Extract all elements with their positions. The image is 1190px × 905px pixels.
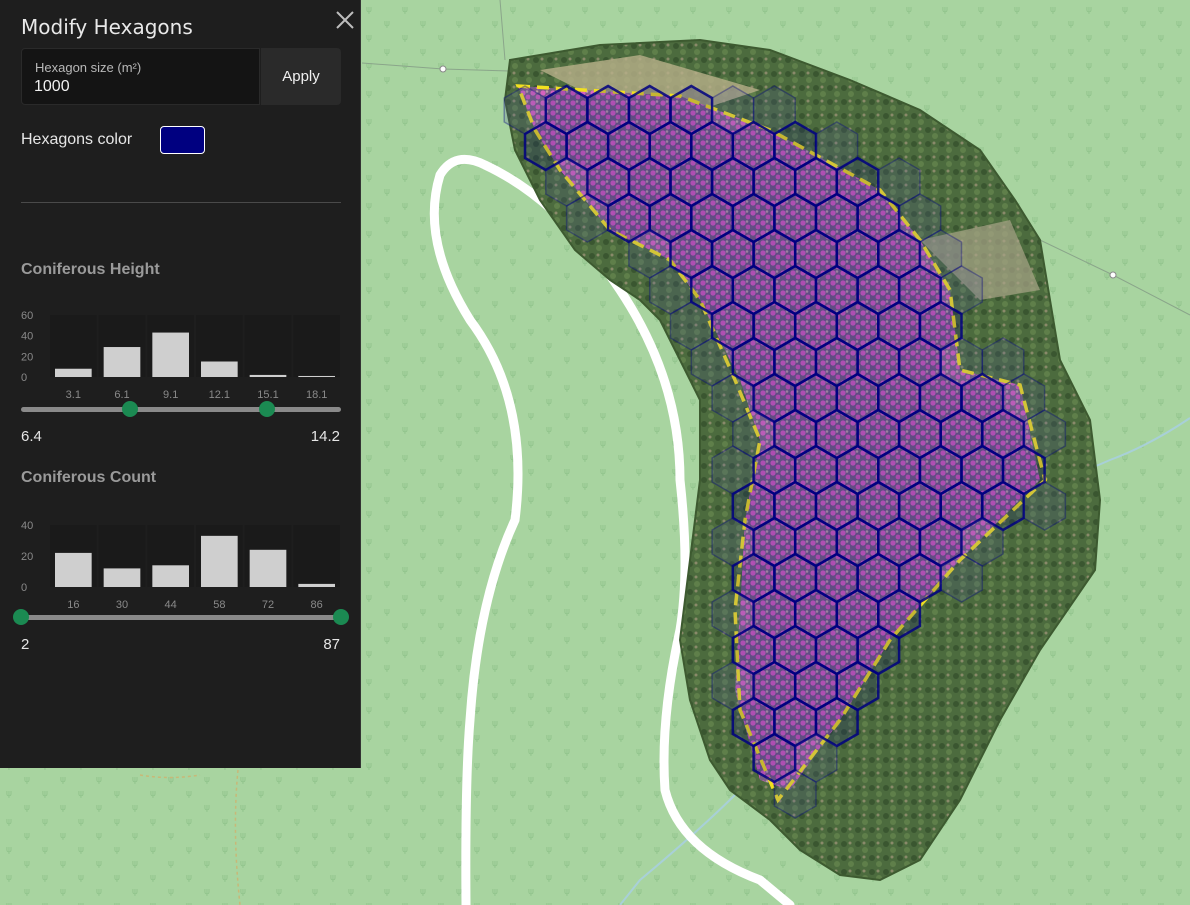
histogram-bar	[55, 368, 92, 377]
histogram-bar	[152, 565, 189, 587]
histogram-column	[293, 525, 340, 587]
coniferous-height-title: Coniferous Height	[21, 261, 160, 278]
x-tick-label: 16	[67, 599, 79, 611]
histogram-column	[50, 315, 97, 377]
histogram-bar	[55, 552, 92, 587]
hexagon-size-input[interactable]	[34, 77, 234, 97]
x-tick-label: 3.1	[66, 389, 81, 401]
hexagons-color-swatch[interactable]	[160, 126, 205, 154]
coniferous-count-histogram: 40 20 0 16 30 44 58 72 86	[21, 520, 340, 611]
height-min-value: 6.4	[21, 428, 42, 445]
hexagon-size-field[interactable]: Hexagon size (m²)	[21, 48, 260, 105]
histogram-bar	[249, 374, 287, 377]
histogram-column	[244, 315, 292, 377]
histogram-bar	[298, 583, 335, 587]
slider-thumb-min[interactable]	[121, 401, 138, 417]
count-min-value: 2	[21, 636, 30, 653]
x-tick-label: 58	[213, 599, 225, 611]
y-tick-label: 60	[21, 310, 33, 322]
x-tick-label: 44	[165, 599, 177, 611]
close-button[interactable]	[334, 9, 356, 31]
hexagon-size-label: Hexagon size (m²)	[35, 60, 142, 75]
hexagons-color-label: Hexagons color	[21, 131, 133, 148]
histogram-bar	[152, 332, 189, 377]
slider-track[interactable]	[21, 407, 341, 412]
count-max-value: 87	[323, 636, 340, 653]
histogram-bar	[201, 361, 238, 377]
divider	[21, 202, 341, 203]
panel-title: Modify Hexagons	[21, 15, 193, 39]
x-tick-label: 15.1	[257, 389, 278, 401]
histogram-bar	[201, 535, 238, 587]
coniferous-height-histogram: 60 40 20 0 3.1 6.1 9.1 12.1 15.1 18.1	[21, 310, 340, 401]
slider-track[interactable]	[21, 615, 341, 620]
histogram-bar	[103, 568, 141, 587]
map-node	[439, 65, 447, 73]
y-tick-label: 0	[21, 372, 27, 384]
histogram-bar	[249, 549, 287, 587]
histogram-bar	[103, 347, 141, 377]
slider-thumb-min[interactable]	[13, 609, 29, 625]
x-tick-label: 9.1	[163, 389, 178, 401]
slider-thumb-max[interactable]	[333, 609, 349, 625]
y-tick-label: 40	[21, 520, 33, 532]
modify-hexagons-panel: Modify Hexagons Hexagon size (m²) Apply …	[0, 0, 361, 768]
x-tick-label: 72	[262, 599, 274, 611]
apply-button[interactable]: Apply	[261, 48, 341, 105]
histogram-column	[293, 315, 340, 377]
histogram-bar	[298, 375, 335, 377]
y-tick-label: 0	[21, 582, 27, 594]
x-tick-label: 6.1	[114, 389, 129, 401]
y-tick-label: 40	[21, 331, 33, 343]
x-tick-label: 18.1	[306, 389, 327, 401]
x-tick-label: 86	[311, 599, 323, 611]
map-node	[1109, 271, 1117, 279]
x-tick-label: 12.1	[209, 389, 230, 401]
y-tick-label: 20	[21, 351, 33, 363]
coniferous-count-title: Coniferous Count	[21, 469, 157, 486]
close-icon	[336, 11, 354, 29]
y-tick-label: 20	[21, 551, 33, 563]
x-tick-label: 30	[116, 599, 128, 611]
height-max-value: 14.2	[310, 428, 340, 445]
slider-thumb-max[interactable]	[259, 401, 276, 417]
